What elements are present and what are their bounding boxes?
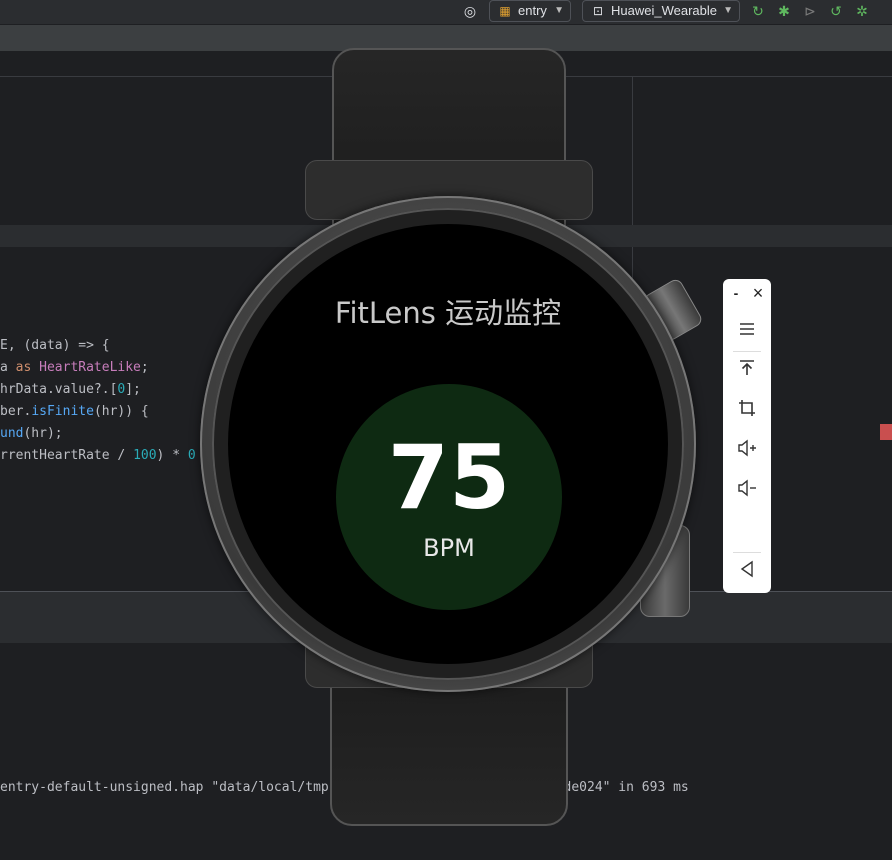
volume-down-icon[interactable] [723,477,771,507]
code-token: 100 [133,448,157,463]
code-token: a [0,360,16,375]
code-token: HeartRateLike [39,360,141,375]
close-button[interactable]: × [748,283,768,303]
bug-icon[interactable]: ✲ [854,3,870,19]
device-label: Huawei_Wearable [611,3,717,18]
error-marker [880,424,892,440]
code-line: und(hr); [0,423,63,445]
code-token: ; [140,360,149,375]
code-line: a as HeartRateLike; [0,357,149,379]
module-icon: ▦ [499,4,511,18]
crop-icon[interactable] [723,397,771,427]
module-selector[interactable]: ▦ entry ▼ [489,0,571,22]
rerun-icon[interactable]: ↻ [750,3,766,19]
pin-top-icon[interactable] [723,357,771,387]
code-line: hrData.value?.[0]; [0,379,141,401]
minimize-button[interactable]: - [726,283,746,303]
emulator-toolbar: - × [723,279,771,593]
menu-icon[interactable] [723,317,771,347]
code-token: 0 [187,448,196,463]
device-selector[interactable]: ⊡ Huawei_Wearable ▼ [582,0,740,22]
attach-debugger-icon[interactable]: ⊳ [802,3,818,19]
volume-up-icon[interactable] [723,437,771,467]
code-token: (hr); [23,426,63,441]
module-label: entry [518,3,547,18]
code-token: ]; [125,382,141,397]
code-token: (hr)) { [93,404,149,419]
code-token: as [15,360,40,375]
heart-rate-circle: 75 BPM [336,384,562,610]
toolbar-separator [733,552,761,553]
target-icon[interactable]: ◎ [462,3,478,19]
toolbar-separator [733,351,761,352]
back-icon[interactable] [723,558,771,588]
code-token: ) * [156,448,188,463]
heart-rate-value: 75 [387,426,511,529]
code-token: isFinite [31,404,94,419]
ide-toolbar: ◎ ▦ entry ▼ ⊡ Huawei_Wearable ▼ ↻ ✱ ⊳ ↺ … [0,0,892,25]
apply-changes-icon[interactable]: ↺ [828,3,844,19]
device-icon: ⊡ [592,4,604,18]
watch-screen[interactable]: FitLens 运动监控 75 BPM [228,224,668,664]
code-line: E, (data) => { [0,335,110,357]
chevron-down-icon: ▼ [723,5,733,16]
code-token: hrData.value?.[ [0,382,118,397]
app-title: FitLens 运动监控 [334,296,562,330]
code-token: rrentHeartRate / [0,448,134,463]
code-token: und [0,426,24,441]
code-line: ber.isFinite(hr)) { [0,401,149,423]
code-line: rrentHeartRate / 100) * 0 [0,445,196,467]
code-token: E, (data) => { [0,338,110,353]
chevron-down-icon: ▼ [554,5,564,16]
heart-rate-unit: BPM [423,534,475,562]
code-token: ber. [0,404,32,419]
debug-icon[interactable]: ✱ [776,3,792,19]
